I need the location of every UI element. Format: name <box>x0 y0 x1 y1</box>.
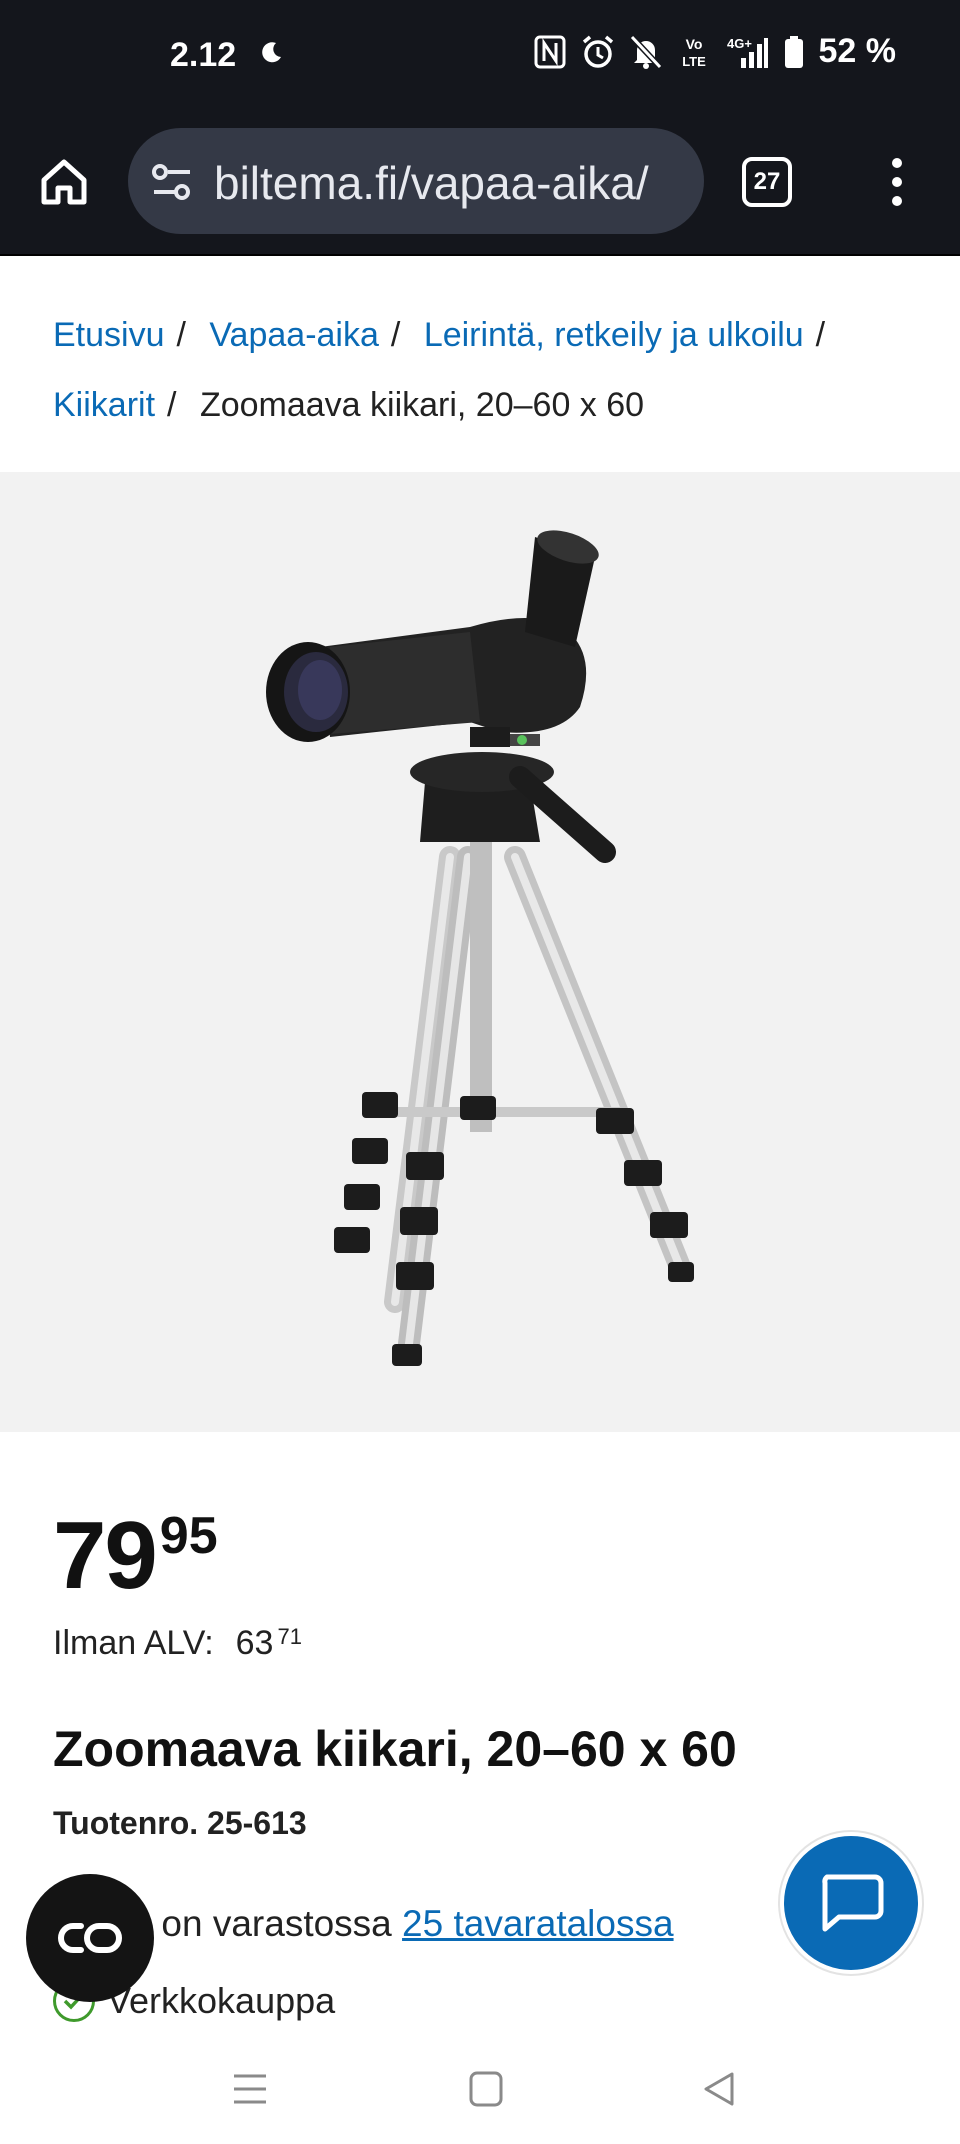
svg-text:4G+: 4G+ <box>727 36 752 51</box>
status-icons: Vo LTE 4G+ 52 % <box>533 32 897 71</box>
moon-icon <box>262 42 281 63</box>
online-store-label: Verkkokauppa <box>107 1980 336 2021</box>
signal-4g-icon: 4G+ <box>725 33 769 71</box>
breadcrumb-separator: / <box>815 316 826 354</box>
vat-decimals: 71 <box>277 1624 302 1649</box>
breadcrumb: Etusivu / Vapaa-aika / Leirintä, retkeily … <box>53 300 933 440</box>
breadcrumb-separator: / <box>390 316 401 354</box>
nav-home-icon[interactable] <box>468 2070 504 2108</box>
volte-icon: Vo LTE <box>677 33 711 71</box>
menu-dot <box>892 196 902 206</box>
nfc-icon <box>533 33 567 71</box>
chat-button[interactable] <box>780 1832 922 1974</box>
vat-label: Ilman ALV: <box>53 1624 214 1662</box>
chat-bubble-icon <box>822 1874 884 1932</box>
status-time: 2.12 <box>170 36 237 74</box>
breadcrumb-separator: / <box>167 386 177 424</box>
product-sku: Tuotenro. 25-613 <box>53 1805 307 1841</box>
url-bar[interactable]: biltema.fi/vapaa-aika/ <box>128 128 704 234</box>
menu-dot <box>892 158 902 168</box>
tab-switcher-button[interactable]: 27 <box>742 157 792 207</box>
browser-toolbar: biltema.fi/vapaa-aika/ 27 <box>0 112 960 256</box>
store-stock-status: tta on varastossa 25 tavaratalossa <box>110 1903 674 1945</box>
spotting-scope-illustration <box>266 530 694 1366</box>
breadcrumb-current: Zoomaava kiikari, 20–60 x 60 <box>199 386 645 424</box>
system-nav-bar <box>0 2040 960 2144</box>
breadcrumb-link-binoculars[interactable]: Kiikarit <box>53 386 155 424</box>
mute-icon <box>629 33 663 71</box>
svg-text:Vo: Vo <box>685 36 702 52</box>
product-title: Zoomaava kiikari, 20–60 x 60 <box>53 1721 737 1777</box>
recents-icon[interactable] <box>232 2072 268 2106</box>
product-price: 79 95 <box>53 1508 218 1604</box>
back-icon[interactable] <box>700 2070 736 2108</box>
breadcrumb-link-leisure[interactable]: Vapaa-aika <box>209 316 379 354</box>
breadcrumb-separator: / <box>176 316 186 354</box>
breadcrumb-link-camping[interactable]: Leirintä, retkeily ja ulkoilu <box>424 316 804 354</box>
status-bar: 2.12 Vo LTE 4G+ 52 % <box>0 0 960 112</box>
product-image[interactable] <box>0 472 960 1432</box>
breadcrumb-link-home[interactable]: Etusivu <box>53 316 165 354</box>
site-settings-icon[interactable] <box>150 162 194 202</box>
browser-menu-button[interactable] <box>882 152 912 212</box>
menu-dot <box>892 177 902 187</box>
battery-icon <box>783 33 805 71</box>
price-decimals: 95 <box>159 1507 218 1565</box>
stock-stores-link[interactable]: 25 tavaratalossa <box>402 1903 674 1944</box>
svg-text:LTE: LTE <box>682 54 706 69</box>
vat-main: 63 <box>235 1624 274 1662</box>
url-text[interactable]: biltema.fi/vapaa-aika/ <box>214 156 684 210</box>
home-icon <box>41 159 87 205</box>
battery-percent: 52 % <box>818 32 897 70</box>
price-main: 79 <box>53 1502 158 1609</box>
ai-assistant-button[interactable] <box>26 1874 154 2002</box>
home-button[interactable] <box>34 152 94 212</box>
price-without-vat: Ilman ALV: 63 71 <box>53 1624 302 1663</box>
alarm-icon <box>581 33 615 71</box>
assistant-icon <box>58 1923 122 1953</box>
